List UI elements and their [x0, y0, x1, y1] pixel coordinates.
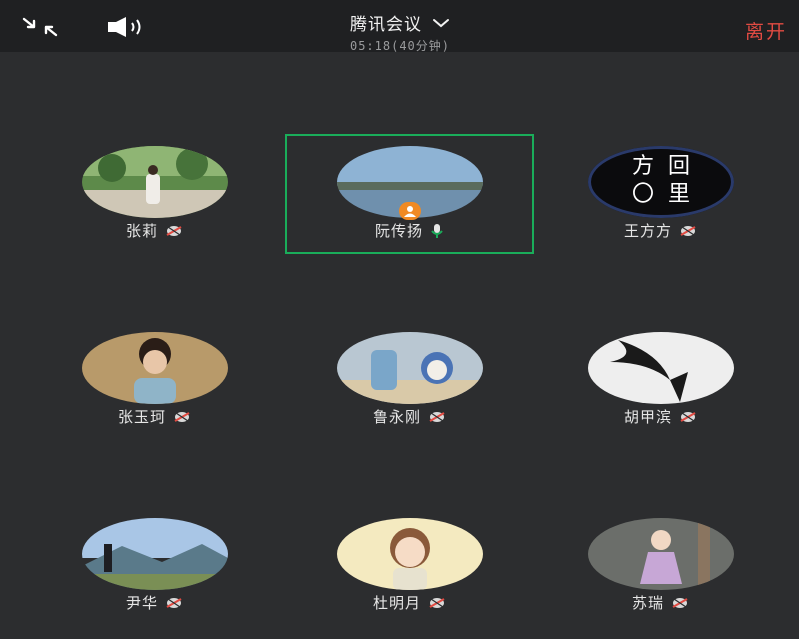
participant-mic-status [427, 410, 447, 424]
participant-tile[interactable]: 方回〇里王方方 [536, 134, 786, 254]
participant-tile[interactable]: 鲁永刚 [285, 320, 535, 440]
shrink-window-button[interactable] [20, 14, 60, 40]
meeting-title: 腾讯会议 [350, 15, 422, 35]
participant-name: 王方方 [623, 222, 672, 240]
participant-name: 苏瑞 [631, 594, 664, 612]
participant-name: 尹华 [125, 594, 158, 612]
avatar-logo-char: 回 [667, 154, 690, 179]
participant-mic-status [164, 596, 184, 610]
participant-mic-status [172, 410, 192, 424]
participant-name: 杜明月 [372, 594, 421, 612]
avatar-logo-text: 方回〇里 [588, 154, 734, 208]
avatar-logo-char: 方 [631, 154, 654, 179]
speaker-icon [108, 17, 141, 37]
participant-name-row: 鲁永刚 [285, 406, 535, 427]
participant-name: 张玉珂 [117, 408, 166, 426]
participant-name: 胡甲滨 [623, 408, 672, 426]
participant-avatar [588, 518, 734, 590]
mic-muted-icon [429, 411, 445, 422]
participant-avatar [588, 332, 734, 404]
mic-muted-icon [680, 411, 696, 422]
participant-tile[interactable]: 苏瑞 [536, 506, 786, 626]
meeting-title-area[interactable]: 腾讯会议 05:18(40分钟) [250, 10, 550, 54]
participant-avatar [82, 146, 228, 218]
mic-muted-icon [429, 597, 445, 608]
participant-mic-status [427, 596, 447, 610]
mic-muted-icon [680, 225, 696, 236]
avatar-logo-char: 里 [667, 182, 690, 207]
participant-tile[interactable]: 尹华 [30, 506, 280, 626]
participant-mic-status [678, 224, 698, 238]
speaker-button[interactable] [104, 16, 150, 38]
participant-tile[interactable]: 张莉 [30, 134, 280, 254]
mic-muted-icon [166, 597, 182, 608]
top-bar: 腾讯会议 05:18(40分钟) 离开 [0, 0, 799, 54]
participant-name: 张莉 [125, 222, 158, 240]
participant-name-row: 杜明月 [285, 592, 535, 613]
participant-avatar [82, 518, 228, 590]
participant-tile[interactable]: 胡甲滨 [536, 320, 786, 440]
participant-tile[interactable]: 杜明月 [285, 506, 535, 626]
participant-tile[interactable]: 张玉珂 [30, 320, 280, 440]
participant-name: 鲁永刚 [372, 408, 421, 426]
participant-avatar [337, 518, 483, 590]
participant-name-row: 王方方 [536, 220, 786, 241]
mic-muted-icon [174, 411, 190, 422]
participant-avatar [82, 332, 228, 404]
participant-name-row: 苏瑞 [536, 592, 786, 613]
chevron-down-icon [433, 18, 449, 27]
avatar-logo-char: 〇 [631, 182, 654, 207]
participant-avatar [337, 332, 483, 404]
active-speaker-frame [285, 134, 534, 254]
participant-mic-status [670, 596, 690, 610]
meeting-timer: 05:18(40分钟) [349, 39, 451, 53]
shrink-arrows-icon [22, 17, 58, 37]
leave-button[interactable]: 离开 [745, 17, 787, 44]
participant-avatar: 方回〇里 [588, 146, 734, 218]
participant-mic-status [678, 410, 698, 424]
participant-mic-status [164, 224, 184, 238]
participant-name-row: 尹华 [30, 592, 280, 613]
mic-muted-icon [166, 225, 182, 236]
participant-name-row: 张莉 [30, 220, 280, 241]
participant-name-row: 胡甲滨 [536, 406, 786, 427]
mic-muted-icon [672, 597, 688, 608]
participant-name-row: 张玉珂 [30, 406, 280, 427]
